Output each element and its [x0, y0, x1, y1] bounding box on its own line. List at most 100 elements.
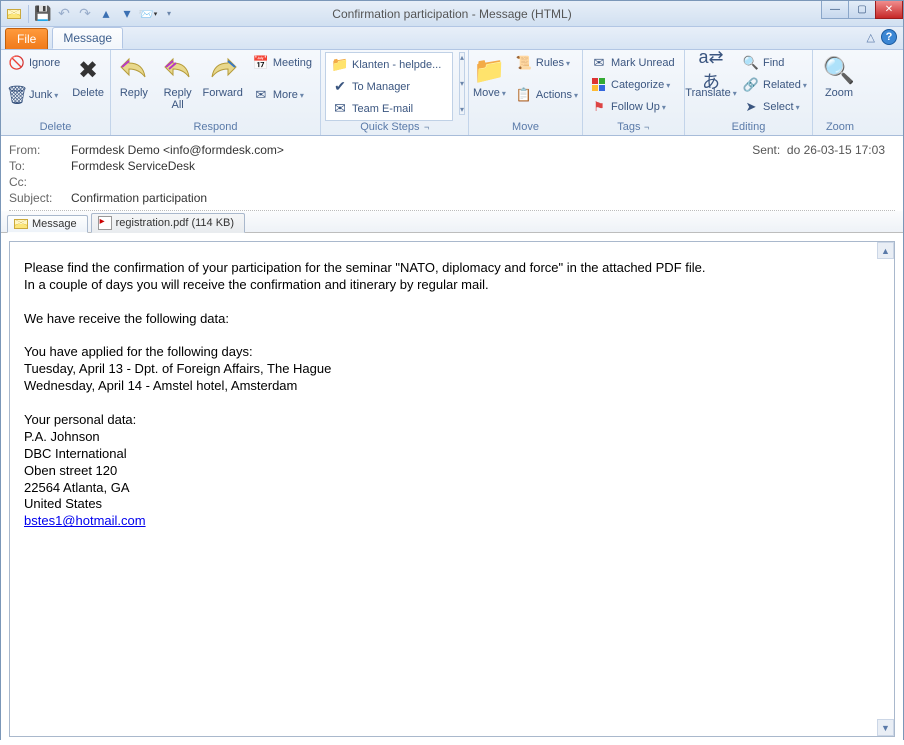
meeting-label: Meeting — [273, 57, 312, 69]
next-icon[interactable]: ▾ — [118, 5, 136, 23]
to-label: To: — [9, 159, 71, 173]
categorize-button[interactable]: Categorize — [587, 74, 679, 95]
quickstep-klanten[interactable]: 📁Klanten - helpde... — [327, 54, 451, 75]
body-line: You have applied for the following days: — [24, 344, 880, 361]
pdf-icon — [98, 216, 112, 230]
find-icon: 🔍 — [743, 55, 759, 71]
body-line: Wednesday, April 14 - Amstel hotel, Amst… — [24, 378, 880, 395]
sent-value: do 26-03-15 17:03 — [787, 143, 885, 157]
qs-b-label: To Manager — [352, 81, 410, 93]
forward-label: Forward — [203, 87, 243, 99]
categorize-icon — [591, 77, 607, 93]
group-respond-label: Respond — [115, 120, 316, 135]
reply-label: Reply — [120, 87, 148, 99]
related-label: Related — [763, 79, 807, 91]
translate-icon: a⇄あ — [695, 54, 727, 86]
qat-customize-icon[interactable]: ▾ — [160, 5, 178, 23]
followup-button[interactable]: ⚑Follow Up — [587, 96, 679, 117]
reply-all-button[interactable]: Reply All — [159, 52, 197, 111]
cc-value — [71, 175, 895, 189]
prev-icon[interactable]: ▴ — [97, 5, 115, 23]
delete-label: Delete — [72, 87, 104, 99]
related-button[interactable]: 🔗 Related — [739, 74, 811, 95]
group-delete-label: Delete — [5, 120, 106, 135]
minimize-button[interactable]: — — [821, 1, 849, 19]
team-email-icon: ✉ — [332, 101, 348, 117]
sent-label: Sent: — [752, 143, 780, 157]
forward-icon — [207, 54, 239, 86]
body-line: Please find the confirmation of your par… — [24, 260, 880, 277]
group-tags-label: Tags — [587, 120, 680, 135]
to-manager-icon: ✔ — [332, 79, 348, 95]
qs-c-label: Team E-mail — [352, 103, 413, 115]
more-respond-icon: ✉ — [253, 87, 269, 103]
body-line: DBC International — [24, 446, 880, 463]
minimize-ribbon-icon[interactable]: △ — [867, 31, 875, 44]
flag-icon: ⚑ — [591, 99, 607, 115]
ribbon-tabs: File Message △ ? — [1, 27, 903, 50]
select-button[interactable]: ➤Select — [739, 96, 811, 117]
meeting-button[interactable]: 📅Meeting — [249, 52, 316, 73]
body-line: United States — [24, 496, 880, 513]
message-body[interactable]: ▲ ▼ Please find the confirmation of your… — [9, 241, 895, 737]
qs-more-icon[interactable]: ▾ — [460, 105, 464, 114]
app-icon — [5, 5, 23, 23]
scroll-up-button[interactable]: ▲ — [877, 242, 894, 259]
mark-unread-button[interactable]: ✉ Mark Unread — [587, 52, 679, 73]
undo-icon[interactable]: ↶ — [55, 5, 73, 23]
quickstep-team-email[interactable]: ✉ Team E-mail — [327, 98, 451, 119]
qs-down-icon[interactable]: ▾ — [460, 79, 464, 88]
actions-label: Actions — [536, 89, 578, 101]
rules-icon: 📜 — [516, 55, 532, 71]
body-line: P.A. Johnson — [24, 429, 880, 446]
save-icon[interactable]: 💾 — [34, 5, 52, 23]
window-title: Confirmation participation - Message (HT… — [332, 7, 571, 21]
attachment-tab-message[interactable]: Message — [7, 215, 88, 233]
move-icon: 📁 — [473, 54, 505, 86]
ignore-button[interactable]: 🚫Ignore — [5, 52, 64, 73]
rules-button[interactable]: 📜Rules — [512, 52, 582, 73]
att-pdf-label: registration.pdf (114 KB) — [116, 217, 234, 229]
junk-label: Junk — [29, 89, 58, 101]
more-respond-button[interactable]: ✉More — [249, 74, 316, 116]
attachment-tab-pdf[interactable]: registration.pdf (114 KB) — [91, 213, 245, 233]
scroll-down-button[interactable]: ▼ — [877, 719, 894, 736]
title-bar: 💾 ↶ ↷ ▴ ▾ 📨▾ ▾ Confirmation participatio… — [1, 1, 903, 27]
translate-button[interactable]: a⇄あ Translate — [689, 52, 733, 99]
delete-icon: ✖ — [72, 54, 104, 86]
cc-label: Cc: — [9, 175, 71, 189]
group-zoom-label: Zoom — [817, 120, 863, 135]
move-button[interactable]: 📁 Move — [473, 52, 506, 99]
categorize-label: Categorize — [611, 79, 670, 91]
find-button[interactable]: 🔍 Find — [739, 52, 811, 73]
reply-button[interactable]: Reply — [115, 52, 153, 99]
unread-label: Mark Unread — [611, 57, 675, 69]
ignore-label: Ignore — [29, 57, 60, 69]
subject-label: Subject: — [9, 191, 71, 205]
zoom-button[interactable]: 🔍 Zoom — [817, 52, 861, 99]
delete-button[interactable]: ✖ Delete — [70, 52, 106, 99]
quickstep-to-manager[interactable]: ✔ To Manager — [327, 76, 451, 97]
select-label: Select — [763, 101, 800, 113]
unread-icon: ✉ — [591, 55, 607, 71]
forward-button[interactable]: Forward — [203, 52, 243, 99]
actions-button[interactable]: 📋Actions — [512, 74, 582, 116]
maximize-button[interactable]: ▢ — [848, 1, 876, 19]
related-icon: 🔗 — [743, 77, 759, 93]
reply-icon — [118, 54, 150, 86]
redo-icon[interactable]: ↷ — [76, 5, 94, 23]
to-value: Formdesk ServiceDesk — [71, 159, 895, 173]
tab-message[interactable]: Message — [52, 27, 123, 49]
junk-button[interactable]: 🗑 Junk — [5, 74, 64, 116]
body-line: Your personal data: — [24, 412, 880, 429]
qs-up-icon[interactable]: ▴ — [460, 53, 464, 62]
junk-icon: 🗑 — [9, 87, 25, 103]
quick-access-toolbar: 💾 ↶ ↷ ▴ ▾ 📨▾ ▾ — [1, 5, 182, 23]
help-icon[interactable]: ? — [881, 29, 897, 45]
from-label: From: — [9, 143, 71, 157]
mail-options-icon[interactable]: 📨▾ — [139, 5, 157, 23]
close-button[interactable]: ✕ — [875, 1, 903, 19]
tab-file[interactable]: File — [5, 28, 48, 49]
email-link[interactable]: bstes1@hotmail.com — [24, 513, 146, 528]
find-label: Find — [763, 57, 784, 69]
